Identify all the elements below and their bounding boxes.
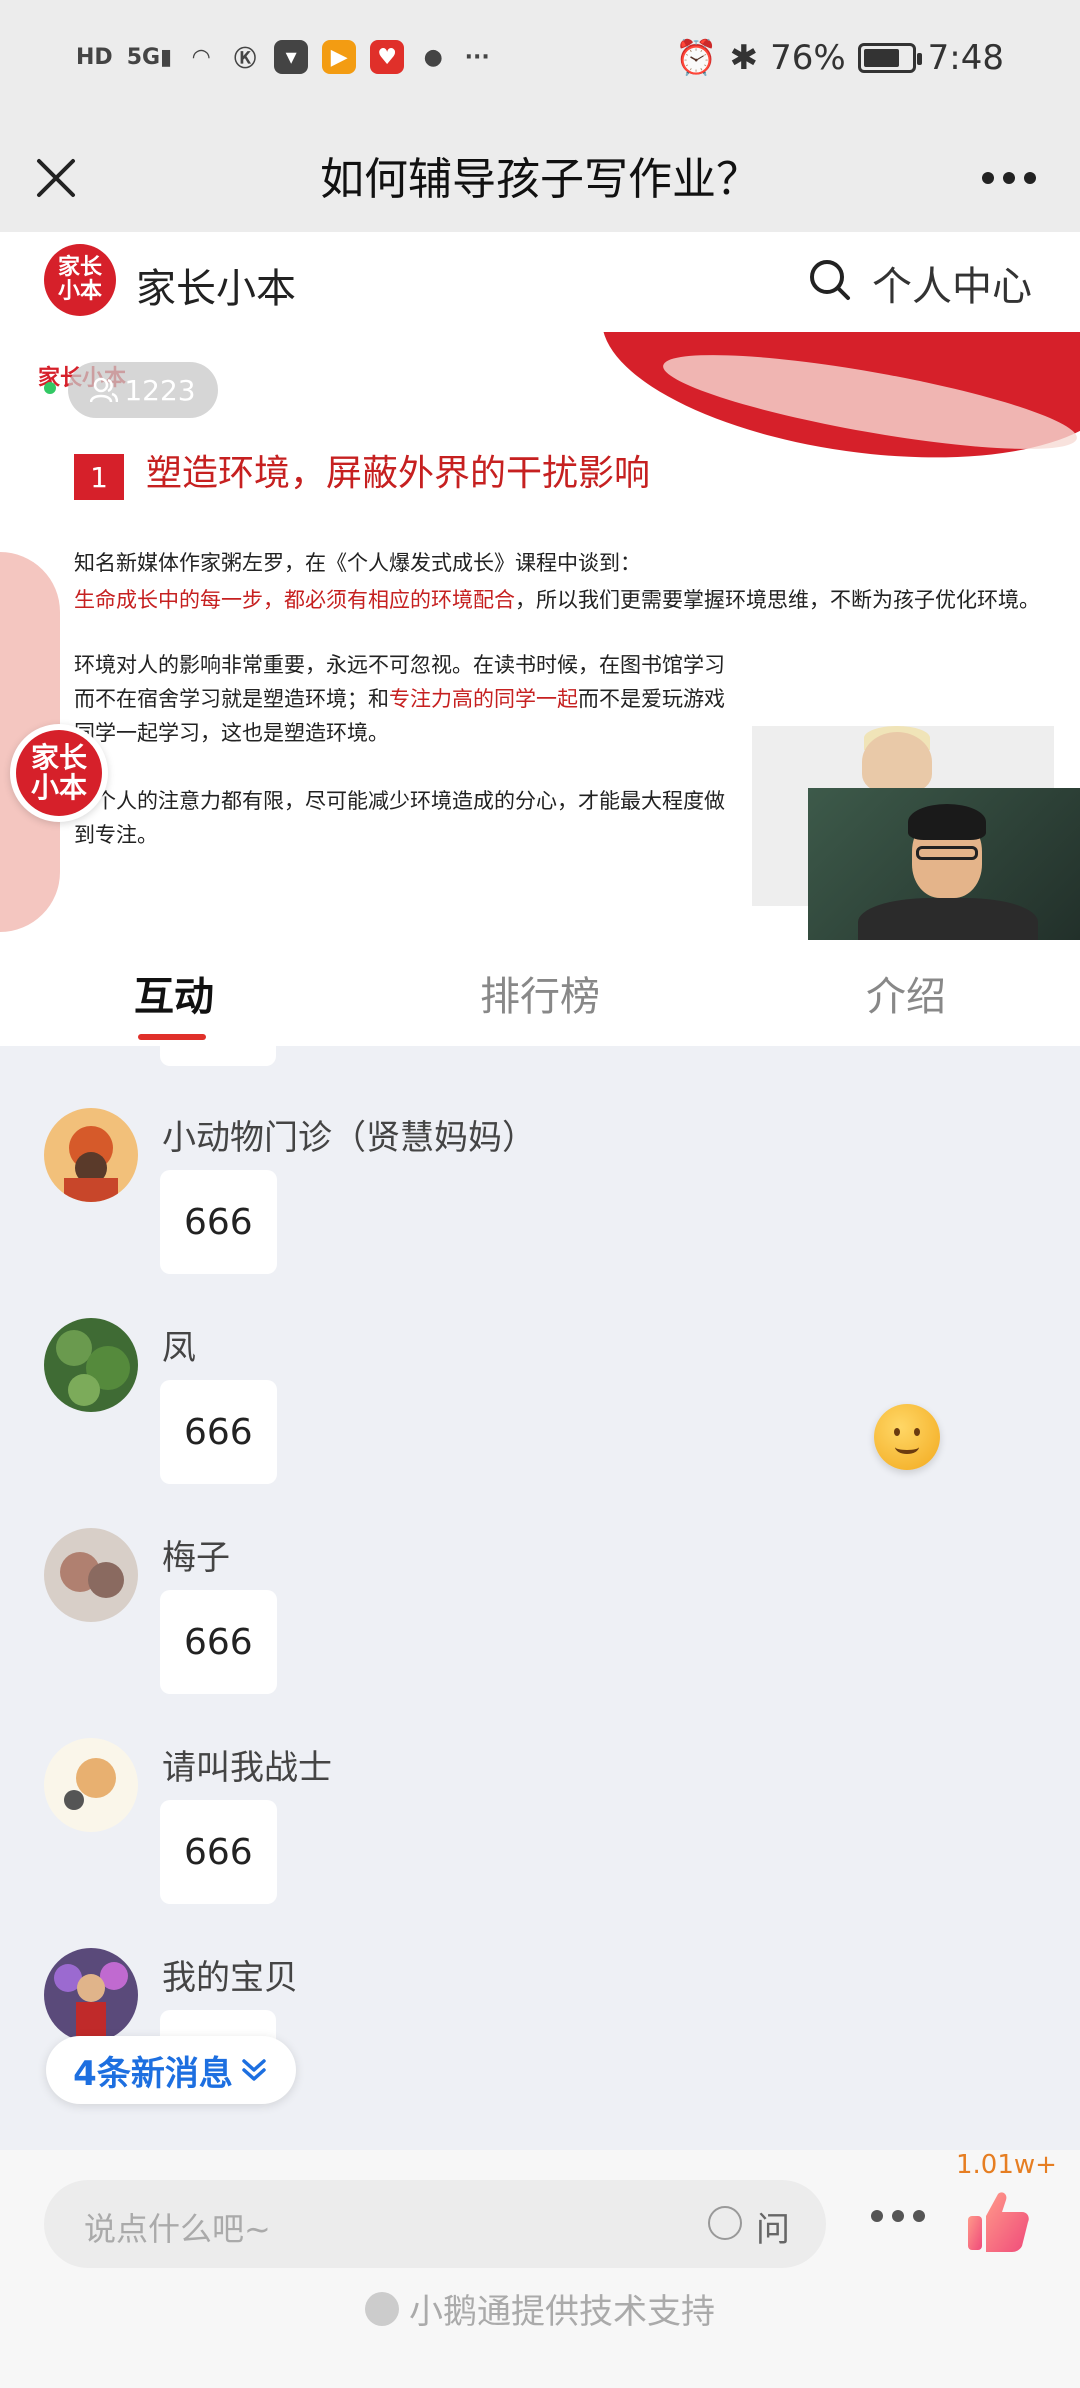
floating-shop-logo[interactable]: 家长 小本 [10, 724, 108, 822]
avatar[interactable] [44, 1948, 138, 2042]
search-button[interactable] [808, 256, 852, 306]
thumbs-up-icon [968, 2192, 1029, 2252]
ask-question-label[interactable]: 问 [756, 2202, 790, 2251]
slide-paragraph-1-rest: ，所以我们更需要掌握环境思维，不断为孩子优化环境。 [515, 588, 1040, 612]
powered-by-text: 小鹅通提供技术支持 [409, 2292, 715, 2332]
slide-paragraph-1-line-2: 生命成长中的每一步，都必须有相应的环境配合，所以我们更需要掌握环境思维，不断为孩… [74, 584, 1040, 614]
avatar-image [44, 1738, 138, 1832]
chat-message: 梅子 666 [0, 1528, 1080, 1728]
more-notifications-icon: ··· [464, 44, 490, 70]
avatar[interactable] [44, 1528, 138, 1622]
avatar[interactable] [44, 1738, 138, 1832]
presenter-shirt [858, 898, 1038, 940]
live-video[interactable]: 家长小本 1223 1 塑造环境，屏蔽外界的干扰影响 知名新媒体作家粥左罗，在《… [0, 332, 1080, 940]
battery-percent: 76% [770, 38, 846, 78]
viewer-count-value: 1223 [124, 373, 196, 407]
close-icon [37, 159, 75, 197]
slide-highlight-2: 专注力高的同学一起 [389, 687, 578, 711]
like-count: 1.01w+ [956, 2150, 1057, 2180]
smile-emoji-icon [874, 1404, 940, 1470]
slide-number: 1 [74, 454, 124, 500]
chat-list[interactable]: 小动物门诊（贤慧妈妈） 666 凤 666 梅子 666 请叫我战士 666 我… [0, 1046, 1080, 2150]
message-bubble: 666 [160, 1380, 277, 1484]
comment-input[interactable]: 说点什么吧~ 问 [44, 2180, 826, 2268]
viewers-icon [90, 377, 119, 403]
avatar-image [44, 1108, 138, 1202]
sender-name: 凤 [162, 1328, 196, 1368]
tab-bar: 互动 排行榜 介绍 [0, 940, 1080, 1046]
title-bar: 如何辅导孩子写作业？ [0, 128, 1080, 232]
5g-signal-icon: 5G▮ [126, 44, 173, 70]
message-bubble-partial [160, 1046, 276, 1066]
status-bar: HD 5G▮ ◠ Ⓚ ▾ ▶ ♥ ● ··· ⏰ ✱ 76% 7:48 [0, 0, 1080, 128]
hd-icon: HD [76, 44, 113, 70]
more-button[interactable] [974, 148, 1044, 208]
more-actions-button[interactable] [866, 2196, 930, 2236]
alarm-icon: ⏰ [675, 38, 718, 78]
app-icon: ▾ [274, 40, 309, 74]
avatar[interactable] [44, 1318, 138, 1412]
comment-placeholder: 说点什么吧~ [84, 2210, 271, 2248]
avatar[interactable] [44, 1108, 138, 1202]
search-icon [810, 260, 850, 300]
page-title: 如何辅导孩子写作业？ [320, 154, 760, 205]
new-messages-label: 4条新消息 [73, 2053, 233, 2094]
xiaoetong-logo-icon [365, 2291, 399, 2326]
slide-paragraph-1-line-1: 知名新媒体作家粥左罗，在《个人爆发式成长》课程中谈到： [74, 551, 641, 575]
close-button[interactable] [26, 148, 86, 208]
chat-message: 小动物门诊（贤慧妈妈） 666 [0, 1108, 1080, 1308]
slide-heading: 塑造环境，屏蔽外界的干扰影响 [146, 453, 651, 494]
wifi-icon: ◠ [192, 44, 210, 70]
shop-logo[interactable]: 家长 小本 [44, 244, 116, 316]
powered-by: 小鹅通提供技术支持 [0, 2284, 1080, 2333]
like-button[interactable] [962, 2186, 1032, 2256]
chat-message: 请叫我战士 666 [0, 1738, 1080, 1938]
slide-highlight-1: 生命成长中的每一步，都必须有相应的环境配合 [74, 588, 515, 612]
battery-icon [857, 43, 922, 73]
clock: 7:48 [927, 38, 1004, 78]
camera-person-face [862, 732, 932, 792]
battery-level [863, 49, 899, 67]
avatar-image [44, 1948, 138, 2042]
tab-interaction[interactable]: 互动 [134, 964, 214, 1022]
double-chevron-down-icon [242, 2059, 266, 2081]
bottom-bar: 说点什么吧~ 问 1.01w+ 小鹅通提供技术支持 [0, 2150, 1080, 2388]
presenter-camera[interactable] [808, 788, 1080, 940]
video-app-icon: ▶ [322, 40, 357, 74]
sender-name: 小动物门诊（贤慧妈妈） [162, 1118, 536, 1158]
k-app-icon: Ⓚ [234, 47, 257, 72]
live-indicator [44, 382, 56, 394]
avatar-image [44, 1318, 138, 1412]
slide-paragraph-2: 环境对人的影响非常重要，永远不可忽视。在读书时候，在图书馆学习而不在宿舍学习就是… [74, 648, 734, 750]
more-dots-icon [871, 2210, 925, 2222]
pinduoduo-icon: ♥ [370, 40, 405, 74]
message-bubble: 666 [160, 1170, 277, 1274]
more-icon [982, 172, 1036, 184]
tab-intro[interactable]: 介绍 [866, 964, 946, 1022]
message-bubble: 666 [160, 1800, 277, 1904]
shop-name[interactable]: 家长小本 [136, 256, 296, 314]
slide-paragraph-3: 每个人的注意力都有限，尽可能减少环境造成的分心，才能最大程度做到专注。 [74, 789, 725, 847]
status-icons-right: ⏰ ✱ 76% 7:48 [675, 38, 1004, 78]
profile-link[interactable]: 个人中心 [872, 254, 1032, 312]
presenter-hair [908, 804, 986, 840]
status-icons-left: HD 5G▮ ◠ Ⓚ ▾ ▶ ♥ ● ··· [76, 40, 492, 74]
avatar-image [44, 1528, 138, 1622]
active-tab-indicator [138, 1034, 206, 1040]
sender-name: 梅子 [162, 1538, 230, 1578]
ask-question-radio[interactable] [708, 2206, 742, 2240]
message-bubble: 666 [160, 1590, 277, 1694]
new-messages-button[interactable]: 4条新消息 [46, 2036, 296, 2104]
presenter-glasses [916, 846, 978, 860]
viewer-count: 1223 [68, 362, 218, 418]
bluetooth-icon: ✱ [729, 38, 759, 78]
sender-name: 请叫我战士 [162, 1748, 332, 1788]
tab-ranking[interactable]: 排行榜 [480, 964, 600, 1022]
chat-icon: ● [423, 44, 443, 70]
shop-header: 家长 小本 家长小本 个人中心 [0, 232, 1080, 332]
floating-shop-logo-inner: 家长 小本 [16, 730, 102, 816]
sender-name: 我的宝贝 [162, 1958, 298, 1998]
